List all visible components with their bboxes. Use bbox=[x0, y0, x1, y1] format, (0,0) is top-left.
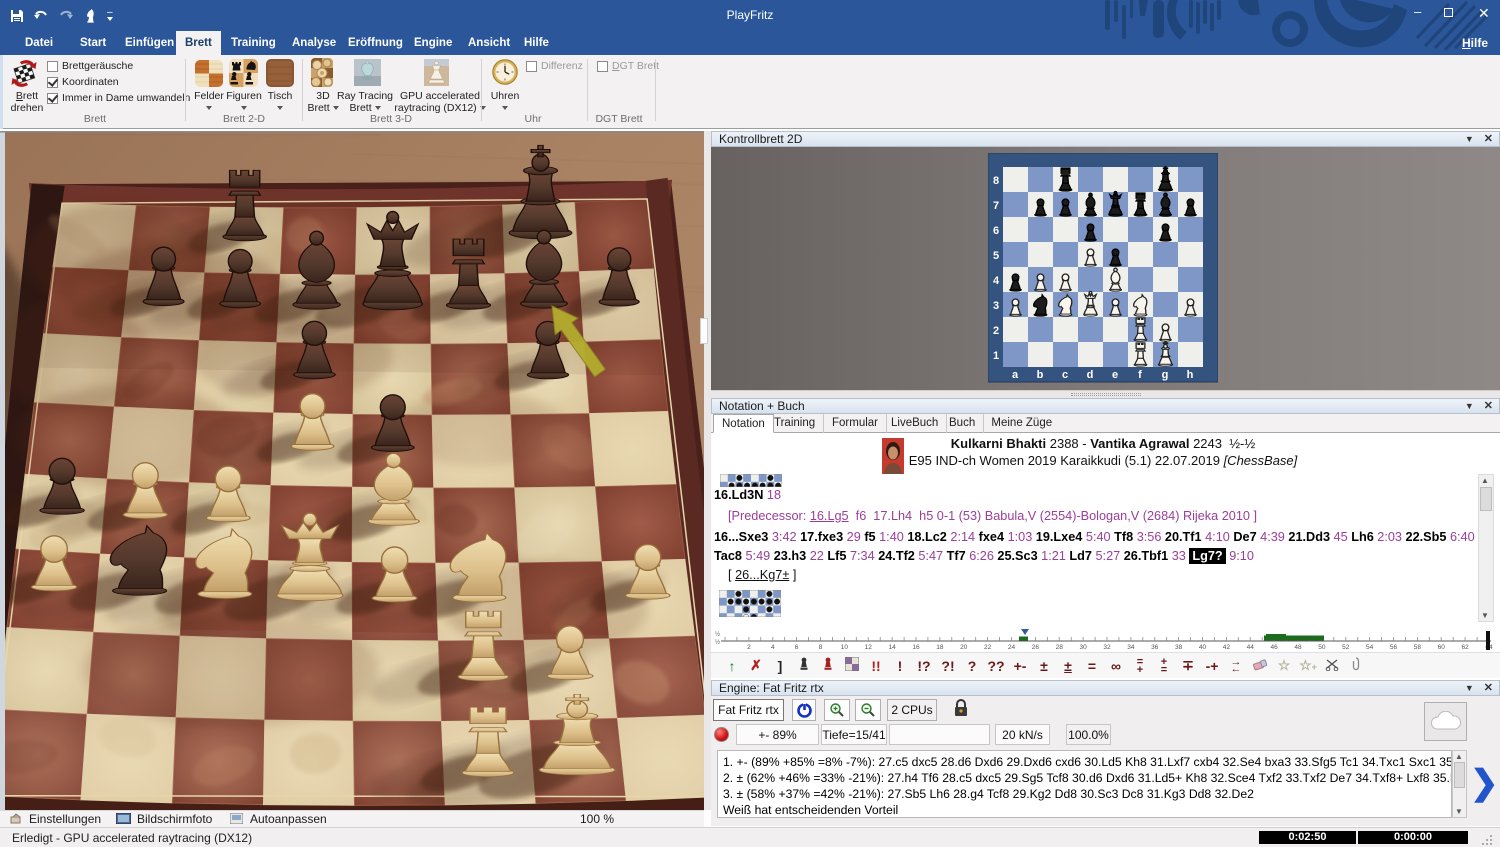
svg-text:50: 50 bbox=[1318, 644, 1326, 651]
svg-text:14: 14 bbox=[888, 644, 896, 651]
svg-text:6: 6 bbox=[993, 225, 999, 237]
svg-text:62: 62 bbox=[1461, 644, 1469, 651]
svg-text:58: 58 bbox=[1414, 644, 1422, 651]
svg-text:38: 38 bbox=[1175, 644, 1183, 651]
svg-text:g: g bbox=[1162, 369, 1169, 381]
svg-text:46: 46 bbox=[1270, 644, 1278, 651]
svg-text:24: 24 bbox=[1008, 644, 1016, 651]
svg-text:4: 4 bbox=[771, 644, 775, 651]
svg-text:52: 52 bbox=[1342, 644, 1350, 651]
svg-text:8: 8 bbox=[819, 644, 823, 651]
svg-text:20: 20 bbox=[960, 644, 968, 651]
svg-text:d: d bbox=[1087, 369, 1094, 381]
svg-text:b: b bbox=[1037, 369, 1044, 381]
svg-text:1: 1 bbox=[993, 350, 999, 362]
svg-text:½: ½ bbox=[715, 631, 720, 638]
svg-text:30: 30 bbox=[1079, 644, 1087, 651]
svg-text:c: c bbox=[1062, 369, 1068, 381]
svg-text:16: 16 bbox=[912, 644, 920, 651]
svg-text:h: h bbox=[1187, 369, 1194, 381]
svg-text:22: 22 bbox=[984, 644, 992, 651]
svg-text:f: f bbox=[1138, 369, 1142, 381]
svg-text:5: 5 bbox=[993, 250, 999, 262]
svg-text:3: 3 bbox=[993, 300, 999, 312]
svg-text:e: e bbox=[1112, 369, 1118, 381]
svg-text:44: 44 bbox=[1247, 644, 1255, 651]
svg-text:½: ½ bbox=[715, 639, 720, 646]
svg-text:56: 56 bbox=[1390, 644, 1398, 651]
svg-text:4: 4 bbox=[993, 275, 1000, 287]
svg-text:60: 60 bbox=[1438, 644, 1446, 651]
svg-text:2: 2 bbox=[747, 644, 751, 651]
svg-text:12: 12 bbox=[865, 644, 873, 651]
svg-text:26: 26 bbox=[1032, 644, 1040, 651]
svg-text:36: 36 bbox=[1151, 644, 1159, 651]
svg-text:2: 2 bbox=[993, 325, 999, 337]
svg-text:34: 34 bbox=[1127, 644, 1135, 651]
svg-text:42: 42 bbox=[1223, 644, 1231, 651]
svg-text:a: a bbox=[1012, 369, 1019, 381]
svg-text:8: 8 bbox=[993, 175, 999, 187]
svg-text:10: 10 bbox=[841, 644, 849, 651]
svg-text:28: 28 bbox=[1056, 644, 1064, 651]
svg-text:32: 32 bbox=[1103, 644, 1111, 651]
svg-text:40: 40 bbox=[1199, 644, 1207, 651]
svg-text:48: 48 bbox=[1294, 644, 1302, 651]
svg-text:6: 6 bbox=[795, 644, 799, 651]
svg-text:54: 54 bbox=[1366, 644, 1374, 651]
svg-text:7: 7 bbox=[993, 200, 999, 212]
svg-text:18: 18 bbox=[936, 644, 944, 651]
